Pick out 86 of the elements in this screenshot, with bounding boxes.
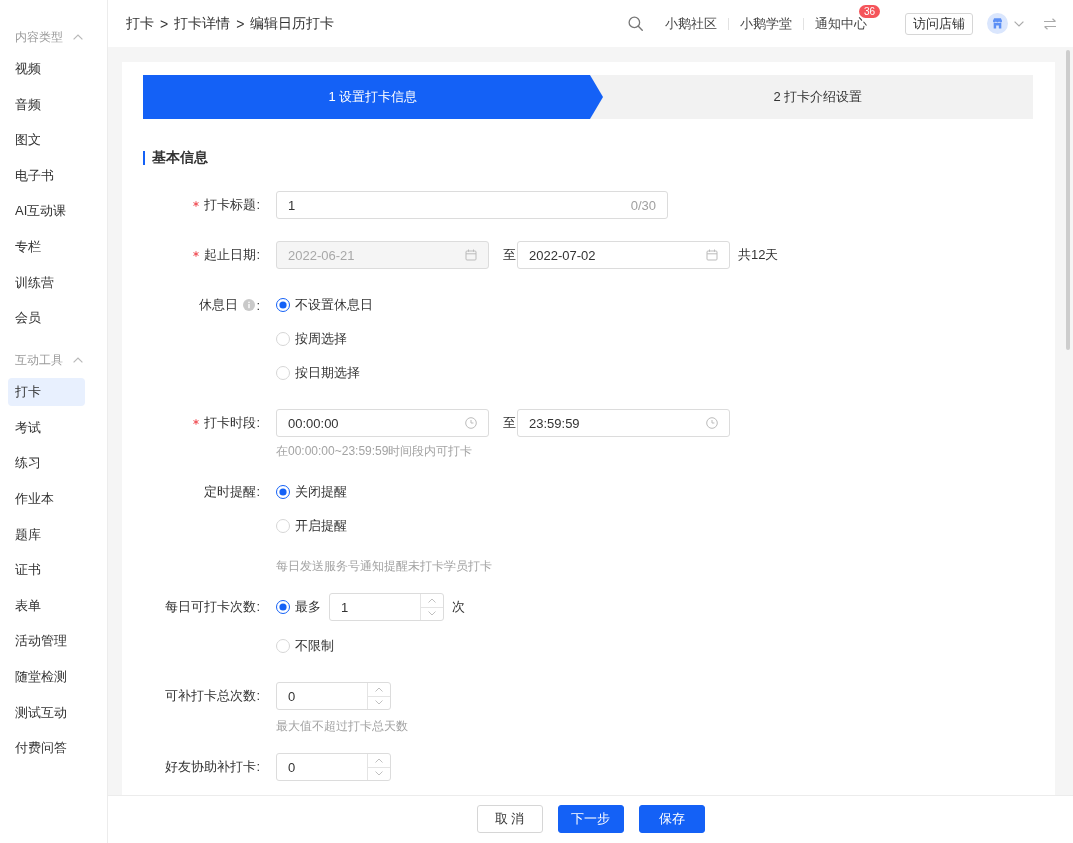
sidebar-item[interactable]: 会员 bbox=[8, 304, 85, 333]
radio-option[interactable]: 最多 bbox=[276, 598, 321, 616]
radio-option[interactable]: 开启提醒 bbox=[276, 517, 347, 535]
time-input[interactable]: 23:59:59 bbox=[517, 409, 730, 437]
chevron-up-icon bbox=[375, 757, 383, 763]
help-text: 每日发送服务号通知提醒未打卡学员打卡 bbox=[276, 558, 492, 575]
field-label: 打卡标题: bbox=[204, 196, 260, 214]
range-separator: 至 bbox=[503, 246, 516, 264]
chevron-up-icon bbox=[375, 686, 383, 692]
sidebar-item[interactable]: 题库 bbox=[8, 520, 85, 549]
breadcrumb-current: 编辑日历打卡 bbox=[250, 14, 335, 33]
number-input[interactable]: 0 bbox=[276, 682, 391, 710]
radio-option[interactable]: 关闭提醒 bbox=[276, 483, 347, 501]
unit-label: 次 bbox=[452, 598, 465, 616]
field-label: 定时提醒: bbox=[204, 483, 260, 501]
chevron-up-icon[interactable] bbox=[73, 34, 83, 40]
secondary-button[interactable]: 取 消 bbox=[476, 805, 543, 833]
visit-store-button[interactable]: 访问店铺 bbox=[905, 12, 973, 35]
sidebar-item[interactable]: 打卡 bbox=[8, 378, 85, 407]
radio-option[interactable]: 按周选择 bbox=[276, 330, 347, 348]
sidebar-item[interactable]: 证书 bbox=[8, 556, 85, 585]
breadcrumb-separator: > bbox=[160, 15, 169, 32]
search-icon[interactable] bbox=[628, 16, 643, 31]
sidebar-item[interactable]: 训练营 bbox=[8, 268, 85, 297]
character-counter: 0/30 bbox=[630, 197, 656, 213]
help-text: 最大值不超过打卡总天数 bbox=[276, 718, 408, 735]
sidebar-item[interactable]: 测试互动 bbox=[8, 698, 85, 727]
sidebar-group-title: 内容类型 bbox=[15, 28, 63, 46]
chevron-down-icon[interactable] bbox=[1014, 20, 1024, 27]
sidebar-item[interactable]: 付费问答 bbox=[8, 734, 85, 763]
label-colon: : bbox=[256, 297, 260, 313]
sidebar-item[interactable]: AI互动课 bbox=[8, 197, 85, 226]
radio-option[interactable]: 不设置休息日 bbox=[276, 296, 373, 314]
notification-badge: 36 bbox=[858, 4, 880, 18]
nav-link[interactable]: 小鹅社区 bbox=[665, 14, 717, 33]
sidebar-item[interactable]: 练习 bbox=[8, 449, 85, 478]
sidebar-item[interactable]: 音频 bbox=[8, 90, 85, 119]
sidebar-item[interactable]: 活动管理 bbox=[8, 627, 85, 656]
title-input[interactable]: 1 0/30 bbox=[276, 191, 668, 219]
number-input[interactable]: 0 bbox=[276, 753, 391, 781]
scrollbar-thumb[interactable] bbox=[1066, 50, 1070, 350]
primary-button[interactable]: 下一步 bbox=[557, 805, 624, 833]
sidebar-item[interactable]: 作业本 bbox=[8, 484, 85, 513]
duration-text: 共12天 bbox=[738, 246, 779, 264]
breadcrumb-separator: > bbox=[236, 15, 245, 32]
field-label: 好友协助补打卡: bbox=[165, 758, 260, 776]
number-input[interactable]: 1 bbox=[329, 593, 444, 621]
sidebar-item[interactable]: 随堂检测 bbox=[8, 662, 85, 691]
primary-button[interactable]: 保存 bbox=[638, 805, 705, 833]
step-tab[interactable]: 1 设置打卡信息 bbox=[143, 75, 603, 119]
sidebar-item[interactable]: 图文 bbox=[8, 126, 85, 155]
chevron-up-icon bbox=[428, 597, 436, 603]
nav-link[interactable]: 小鹅学堂 bbox=[740, 14, 792, 33]
swap-arrows-icon[interactable] bbox=[1043, 17, 1057, 30]
help-text: 在00:00:00~23:59:59时间段内可打卡 bbox=[276, 443, 474, 460]
field-label: 休息日 bbox=[199, 296, 239, 314]
radio-option[interactable]: 不限制 bbox=[276, 637, 334, 655]
radio-option[interactable]: 按日期选择 bbox=[276, 364, 360, 382]
clock-icon bbox=[465, 417, 477, 429]
calendar-icon bbox=[706, 249, 718, 261]
breadcrumb-link[interactable]: 打卡详情 bbox=[174, 14, 231, 33]
clock-icon bbox=[706, 417, 718, 429]
section-title: 基本信息 bbox=[152, 149, 208, 167]
info-icon[interactable] bbox=[243, 299, 256, 311]
chevron-down-icon bbox=[375, 771, 383, 777]
breadcrumb-link[interactable]: 打卡 bbox=[126, 14, 154, 33]
sidebar-item[interactable]: 考试 bbox=[8, 413, 85, 442]
chevron-down-icon bbox=[428, 611, 436, 617]
sidebar-group-title: 互动工具 bbox=[15, 351, 63, 369]
field-label: 每日可打卡次数: bbox=[165, 598, 260, 616]
chevron-down-icon bbox=[375, 700, 383, 706]
section-accent-bar bbox=[143, 151, 145, 165]
step-tab[interactable]: 2 打卡介绍设置 bbox=[590, 75, 1033, 119]
sidebar-item[interactable]: 专栏 bbox=[8, 232, 85, 261]
field-label: 起止日期: bbox=[204, 246, 260, 264]
date-input[interactable]: 2022-07-02 bbox=[517, 241, 730, 269]
sidebar-item[interactable]: 视频 bbox=[8, 55, 85, 83]
chevron-up-icon[interactable] bbox=[73, 357, 83, 364]
field-label: 打卡时段: bbox=[204, 414, 260, 432]
calendar-icon bbox=[465, 249, 477, 261]
sidebar-item[interactable]: 表单 bbox=[8, 591, 85, 620]
store-icon[interactable] bbox=[987, 13, 1008, 34]
range-separator: 至 bbox=[503, 414, 516, 432]
sidebar-item[interactable]: 电子书 bbox=[8, 161, 85, 190]
time-input[interactable]: 00:00:00 bbox=[276, 409, 489, 437]
field-label: 可补打卡总次数: bbox=[165, 687, 260, 705]
